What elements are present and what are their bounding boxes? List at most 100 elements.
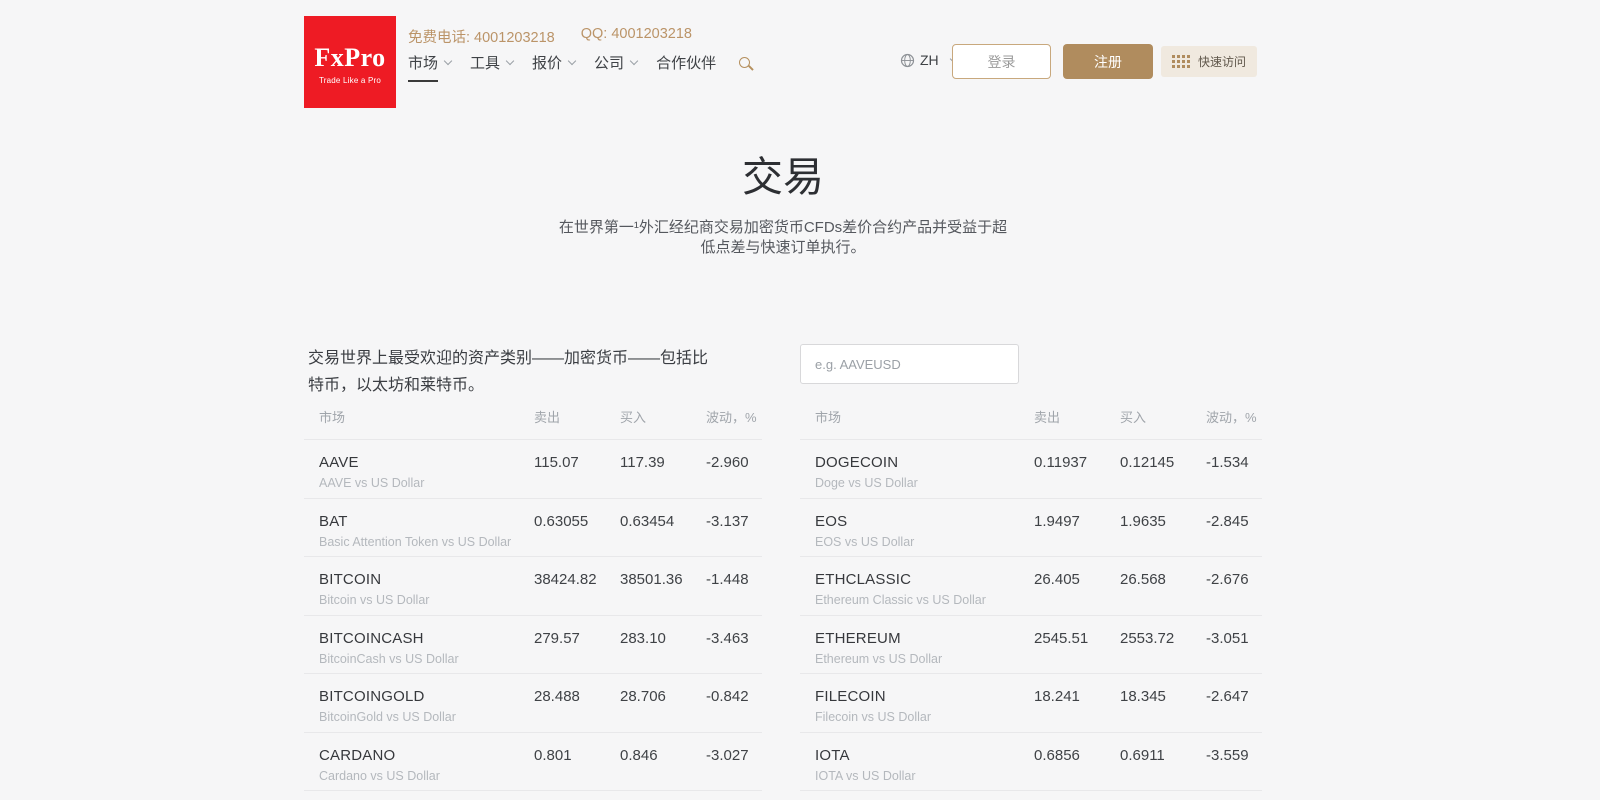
contact-row: 免费电话: 4001203218 QQ: 4001203218: [408, 26, 692, 47]
market-cell: CARDANO Cardano vs US Dollar: [304, 733, 534, 785]
table-row[interactable]: BITCOINGOLD BitcoinGold vs US Dollar 28.48…: [304, 674, 762, 733]
change-percent: -3.051: [1206, 629, 1249, 647]
buy-price: 26.568: [1120, 571, 1166, 588]
sell-price: 0.63055: [534, 512, 589, 530]
table-body: DOGECOIN Doge vs US Dollar 0.11937 0.12145 -…: [800, 440, 1262, 791]
table-header-row: 市场 卖出 买入 波动，%: [800, 407, 1262, 440]
sell-price: 0.6856: [1034, 746, 1080, 764]
nav-item-quotes[interactable]: 报价: [532, 52, 577, 73]
market-cell: BITCOINCASH BitcoinCash vs US Dollar: [304, 616, 534, 668]
change-percent: -2.960: [706, 454, 749, 471]
column-header-sell: 卖出: [1034, 410, 1061, 425]
column-header-sell: 卖出: [534, 410, 561, 425]
page-container: FxPro Trade Like a Pro 免费电话: 4001203218 …: [304, 0, 1262, 800]
nav-item-partners[interactable]: 合作伙伴: [656, 52, 716, 73]
instrument-description: BitcoinGold vs US Dollar: [319, 710, 456, 724]
table-row[interactable]: FILECOIN Filecoin vs US Dollar 18.241 18.34…: [800, 674, 1262, 733]
table-row[interactable]: ETHEREUM Ethereum vs US Dollar 2545.51 2553…: [800, 616, 1262, 674]
sell-price: 0.11937: [1034, 454, 1088, 471]
buy-price: 283.10: [620, 629, 666, 647]
market-cell: EOS EOS vs US Dollar: [800, 499, 1034, 551]
instrument-description: Bitcoin vs US Dollar: [319, 593, 430, 607]
intro-text: 交易世界上最受欢迎的资产类别——加密货币——包括比特币，以太坊和莱特币。: [308, 350, 709, 394]
instrument-description: Filecoin vs US Dollar: [815, 710, 932, 724]
nav-item-company[interactable]: 公司: [594, 52, 639, 73]
table-row[interactable]: BAT Basic Attention Token vs US Dollar 0.6…: [304, 499, 762, 557]
globe-icon: [900, 53, 915, 67]
market-cell: BITCOINGOLD BitcoinGold vs US Dollar: [304, 674, 534, 726]
phone-link[interactable]: 免费电话: 4001203218: [408, 26, 555, 47]
table-row[interactable]: CARDANO Cardano vs US Dollar 0.801 0.846 -3.…: [304, 733, 762, 791]
qq-link[interactable]: QQ: 4001203218: [581, 26, 692, 47]
buy-price: 0.6911: [1120, 746, 1165, 764]
instrument-name: AAVE: [319, 454, 359, 471]
nav-item-markets[interactable]: 市场: [408, 52, 453, 82]
apps-grid-icon: [1172, 55, 1190, 68]
buy-price: 0.63454: [620, 512, 675, 530]
instrument-description: Basic Attention Token vs US Dollar: [319, 534, 512, 549]
nav-item-tools[interactable]: 工具: [470, 52, 515, 73]
instrument-name: EOS: [815, 512, 848, 530]
table-row[interactable]: BITCOINCASH BitcoinCash vs US Dollar 279.5…: [304, 616, 762, 674]
change-percent: -2.845: [1206, 512, 1249, 530]
crypto-table-right: 市场 卖出 买入 波动，% DOGECOIN Doge vs US Dollar 0…: [800, 407, 1262, 791]
search-icon[interactable]: [739, 57, 751, 68]
sell-price: 1.9497: [1034, 512, 1080, 530]
table-header-row: 市场 卖出 买入 波动，%: [304, 407, 762, 440]
market-cell: DOGECOIN Doge vs US Dollar: [800, 440, 1034, 492]
instrument-name: CARDANO: [319, 746, 396, 764]
register-button[interactable]: 注册: [1063, 44, 1153, 79]
table-row[interactable]: EOS EOS vs US Dollar 1.9497 1.9635 -2.845: [800, 499, 1262, 557]
sell-price: 2545.51: [1034, 629, 1089, 647]
market-cell: ETHCLASSIC Ethereum Classic vs US Dollar: [800, 557, 1034, 609]
sell-price: 18.241: [1034, 688, 1080, 705]
quick-access-button[interactable]: 快速访问: [1161, 46, 1258, 77]
instrument-name: IOTA: [815, 746, 850, 764]
table-row[interactable]: BITCOIN Bitcoin vs US Dollar 38424.82 38501…: [304, 557, 762, 616]
instrument-description: IOTA vs US Dollar: [815, 768, 916, 783]
instrument-name: BITCOINCASH: [319, 629, 424, 647]
crypto-column-left: 交易世界上最受欢迎的资产类别——加密货币——包括比特币，以太坊和莱特币。 市场 …: [304, 337, 762, 800]
column-header-market: 市场: [319, 410, 346, 425]
crypto-section: 交易世界上最受欢迎的资产类别——加密货币——包括比特币，以太坊和莱特币。 市场 …: [304, 337, 1262, 800]
column-header-buy: 买入: [1120, 410, 1147, 425]
chevron-down-icon: [629, 56, 639, 66]
buy-price: 38501.36: [620, 571, 683, 588]
instrument-name: BITCOIN: [319, 571, 382, 588]
table-row[interactable]: ETHCLASSIC Ethereum Classic vs US Dollar 2…: [800, 557, 1262, 616]
symbol-search-input[interactable]: [800, 344, 1019, 384]
chevron-down-icon: [443, 56, 453, 66]
instrument-description: Doge vs US Dollar: [815, 476, 918, 490]
buy-price: 0.12145: [1120, 454, 1175, 471]
instrument-name: BITCOINGOLD: [319, 688, 425, 705]
logo-title: FxPro: [314, 43, 386, 72]
buy-price: 2553.72: [1120, 629, 1175, 647]
login-button[interactable]: 登录: [952, 44, 1051, 79]
language-switcher[interactable]: ZH: [900, 52, 958, 68]
instrument-description: Cardano vs US Dollar: [319, 768, 440, 783]
change-percent: -1.448: [706, 571, 749, 588]
chevron-down-icon: [567, 56, 577, 66]
market-cell: FILECOIN Filecoin vs US Dollar: [800, 674, 1034, 726]
instrument-name: ETHEREUM: [815, 629, 901, 647]
language-label: ZH: [920, 52, 939, 68]
logo-tagline: Trade Like a Pro: [318, 76, 382, 85]
table-row[interactable]: DOGECOIN Doge vs US Dollar 0.11937 0.12145 -…: [800, 440, 1262, 499]
instrument-name: ETHCLASSIC: [815, 571, 912, 588]
buy-price: 18.345: [1120, 688, 1166, 705]
market-cell: BITCOIN Bitcoin vs US Dollar: [304, 557, 534, 609]
fxpro-logo[interactable]: FxPro Trade Like a Pro: [304, 16, 396, 108]
page-subtitle: 在世界第一¹外汇经纪商交易加密货币CFDs差价合约产品并受益于超低点差与快速订单…: [558, 219, 1008, 256]
instrument-description: EOS vs US Dollar: [815, 534, 915, 549]
change-percent: -3.559: [1206, 746, 1249, 764]
change-percent: -0.842: [706, 688, 749, 705]
column-header-change: 波动，%: [1206, 410, 1257, 425]
change-percent: -3.027: [706, 746, 749, 764]
instrument-description: AAVE vs US Dollar: [319, 476, 425, 490]
table-row[interactable]: AAVE AAVE vs US Dollar 115.07 117.39 -2.960: [304, 440, 762, 499]
table-row[interactable]: IOTA IOTA vs US Dollar 0.6856 0.6911 -3.559: [800, 733, 1262, 791]
sell-price: 0.801: [534, 746, 572, 764]
sell-price: 115.07: [534, 454, 579, 471]
change-percent: -2.676: [1206, 571, 1249, 588]
market-cell: BAT Basic Attention Token vs US Dollar: [304, 499, 534, 551]
